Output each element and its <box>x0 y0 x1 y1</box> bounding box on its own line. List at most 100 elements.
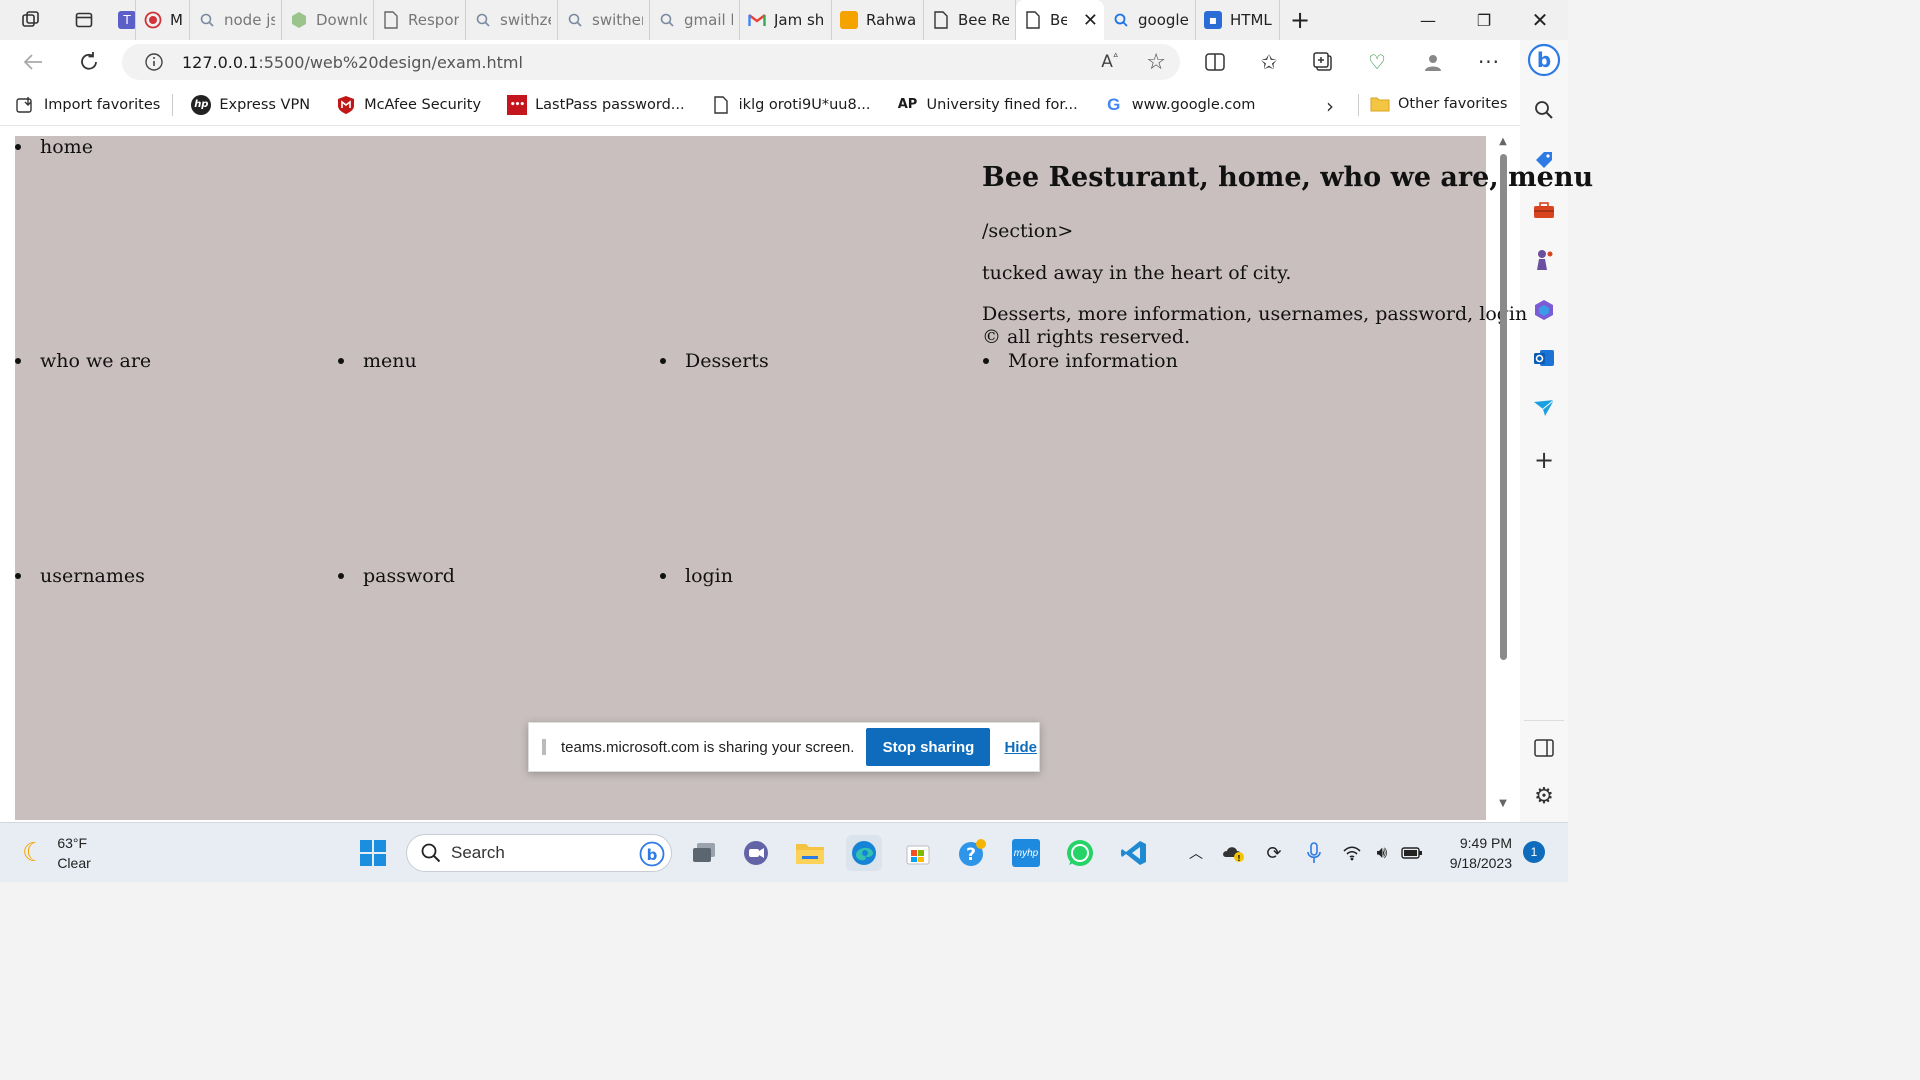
read-aloud-icon[interactable]: Aᐞ <box>1101 52 1118 72</box>
nav-item-login[interactable]: login <box>660 565 733 587</box>
back-icon[interactable] <box>6 40 60 84</box>
favorite-import[interactable]: Import favorites <box>0 95 170 115</box>
tab-swither[interactable]: swither <box>558 0 650 40</box>
drag-handle-icon[interactable] <box>542 739 546 755</box>
other-favorites[interactable]: Other favorites <box>1354 94 1517 114</box>
tab-gmail-login[interactable]: gmail lo <box>650 0 740 40</box>
tab-download[interactable]: Downlo <box>282 0 374 40</box>
myhp-icon[interactable]: myhp <box>1008 835 1044 871</box>
favorite-university[interactable]: AP University fined for... <box>881 95 1088 115</box>
url-text[interactable]: 127.0.0.1:5500/web%20design/exam.html <box>182 53 523 72</box>
outlook-icon[interactable] <box>1526 340 1562 376</box>
chevron-right-icon[interactable]: › <box>1326 94 1334 118</box>
split-screen-icon[interactable] <box>1188 40 1242 84</box>
new-tab-icon[interactable]: + <box>1280 0 1320 40</box>
collections-icon[interactable] <box>1296 40 1350 84</box>
tools-icon[interactable] <box>1526 192 1562 228</box>
tab-rahwa[interactable]: Rahwa <box>832 0 924 40</box>
microsoft-365-icon[interactable] <box>1526 292 1562 328</box>
bing-copilot-icon[interactable]: b <box>1526 42 1562 78</box>
volume-icon[interactable]: 🔊︎ <box>1370 841 1394 865</box>
nav-item-usernames[interactable]: usernames <box>15 565 145 587</box>
add-icon[interactable]: + <box>1526 442 1562 478</box>
notification-badge[interactable]: 1 <box>1523 841 1545 863</box>
settings-gear-icon[interactable]: ⚙ <box>1526 778 1562 814</box>
onedrive-warning-icon[interactable]: ! <box>1222 841 1246 865</box>
scroll-thumb[interactable] <box>1500 154 1507 660</box>
svg-text:b: b <box>647 846 658 864</box>
tab-teams[interactable]: T <box>106 0 136 40</box>
search-icon <box>474 11 492 29</box>
site-info-icon[interactable] <box>134 52 174 72</box>
favorite-star-icon[interactable]: ☆ <box>1146 50 1166 75</box>
task-view-icon[interactable] <box>686 835 722 871</box>
close-icon[interactable]: ✕ <box>1083 10 1098 31</box>
bullet-icon <box>660 573 666 579</box>
workspaces-icon[interactable] <box>0 0 62 40</box>
tab-actions-icon[interactable] <box>62 0 106 40</box>
nav-item-menu[interactable]: menu <box>338 350 417 372</box>
tab-response[interactable]: Respon <box>374 0 466 40</box>
restore-icon[interactable]: ❐ <box>1456 0 1512 40</box>
favorite-lastpass[interactable]: ••• LastPass password... <box>491 94 695 115</box>
hide-link[interactable]: Hide <box>1004 739 1037 756</box>
file-explorer-icon[interactable] <box>792 835 828 871</box>
whatsapp-icon[interactable] <box>1062 835 1098 871</box>
tab-html[interactable]: ▪ HTML <box>1196 0 1280 40</box>
favorite-express-vpn[interactable]: hp Express VPN <box>175 94 320 115</box>
sync-icon[interactable]: ⟳ <box>1262 841 1286 865</box>
profile-avatar[interactable] <box>1406 40 1460 84</box>
vscode-icon[interactable] <box>1116 835 1152 871</box>
scroll-down-icon[interactable]: ▼ <box>1497 798 1509 810</box>
weather-widget[interactable]: ☾ 63°F Clear <box>22 833 91 873</box>
send-icon[interactable] <box>1526 390 1562 426</box>
system-clock[interactable]: 9:49 PM 9/18/2023 <box>1436 833 1512 873</box>
tab-node-js[interactable]: node js <box>190 0 282 40</box>
favorite-iklg[interactable]: iklg oroti9U*uu8... <box>695 95 881 115</box>
search-icon <box>658 11 676 29</box>
nav-item-who-we-are[interactable]: who we are <box>15 350 151 372</box>
search-icon <box>566 11 584 29</box>
nav-item-password[interactable]: password <box>338 565 455 587</box>
favorite-mcafee[interactable]: McAfee Security <box>320 95 491 115</box>
favorite-label: Other favorites <box>1398 96 1508 112</box>
scroll-up-icon[interactable]: ▲ <box>1497 136 1509 148</box>
wifi-icon[interactable] <box>1340 841 1364 865</box>
more-options-icon[interactable]: ··· <box>1462 40 1516 84</box>
microsoft-store-icon[interactable] <box>900 835 936 871</box>
address-bar[interactable]: 127.0.0.1:5500/web%20design/exam.html Aᐞ… <box>122 44 1180 80</box>
tab-bee-re[interactable]: Bee Re <box>924 0 1016 40</box>
nav-item-desserts[interactable]: Desserts <box>660 350 769 372</box>
tab-mi[interactable]: Mi <box>136 0 190 40</box>
tab-be-active[interactable]: Be ✕ <box>1016 0 1104 40</box>
search-icon[interactable] <box>1526 92 1562 128</box>
nav-item-home[interactable]: home <box>15 136 93 158</box>
chevron-up-icon[interactable]: ︿ <box>1184 841 1208 865</box>
games-icon[interactable] <box>1526 242 1562 278</box>
stop-sharing-button[interactable]: Stop sharing <box>866 728 991 766</box>
nav-item-more-information[interactable]: More information <box>983 350 1178 372</box>
tab-title: google <box>1138 11 1189 29</box>
myhp-label: myhp <box>1012 839 1040 867</box>
teams-chat-icon[interactable] <box>738 835 774 871</box>
page-scrollbar[interactable]: ▲ ▼ <box>1496 136 1510 812</box>
taskbar-search[interactable]: Search b <box>406 834 672 872</box>
tab-google[interactable]: google <box>1104 0 1196 40</box>
sidebar-toggle-icon[interactable] <box>1526 730 1562 766</box>
folder-icon <box>1370 94 1390 114</box>
help-icon[interactable]: ? <box>954 835 990 871</box>
tab-swithze[interactable]: swithze <box>466 0 558 40</box>
favorite-google[interactable]: G www.google.com <box>1088 95 1266 115</box>
edge-icon[interactable] <box>846 835 882 871</box>
refresh-icon[interactable] <box>62 40 116 84</box>
window-close-icon[interactable]: ✕ <box>1512 0 1568 40</box>
clock-time: 9:49 PM <box>1459 835 1512 851</box>
battery-icon[interactable] <box>1400 841 1424 865</box>
tab-title: Downlo <box>316 11 367 29</box>
tab-jam[interactable]: Jam sh <box>740 0 832 40</box>
minimize-icon[interactable]: — <box>1400 0 1456 40</box>
favorites-icon[interactable]: ✩ <box>1242 40 1296 84</box>
browser-essentials-icon[interactable]: ♡ <box>1350 40 1404 84</box>
start-windows-icon[interactable] <box>355 835 391 871</box>
microphone-icon[interactable] <box>1302 841 1326 865</box>
